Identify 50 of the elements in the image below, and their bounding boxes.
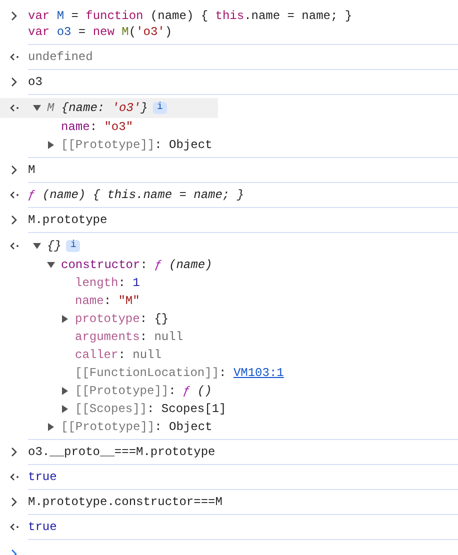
input-chevron-icon (11, 165, 17, 175)
result-value: undefined (28, 49, 93, 65)
collapse-triangle-icon[interactable] (47, 261, 55, 269)
input-chevron-icon (11, 77, 17, 87)
code-line: var o3 = new M('o3') (28, 24, 174, 40)
input-chevron-icon (11, 215, 17, 225)
property-line: prototype: {} (75, 311, 169, 328)
object-summary: {} (47, 238, 62, 255)
result-value: true (28, 519, 57, 535)
result-value: ƒ (name) { this.name = name; } (28, 187, 244, 203)
property-line: arguments: null (75, 329, 184, 346)
result-arrow-icon (10, 191, 18, 199)
code-line: M.prototype (28, 212, 108, 228)
expand-triangle-icon[interactable] (47, 423, 55, 431)
collapse-triangle-icon[interactable] (33, 242, 41, 250)
info-badge[interactable]: i (152, 102, 167, 114)
expand-triangle-icon[interactable] (47, 141, 55, 149)
object-summary-row[interactable]: M {name: 'o3'} i (0, 98, 218, 118)
code-line: var M = function (name) { this.name = name; } (28, 8, 352, 24)
input-chevron-icon (11, 11, 17, 21)
property-line: name: "o3" (61, 119, 134, 136)
property-line: [[Prototype]]: ƒ () (75, 383, 212, 400)
property-line: [[Scopes]]: Scopes[1] (75, 401, 226, 418)
expand-triangle-icon[interactable] (61, 387, 69, 395)
info-badge[interactable]: i (66, 240, 80, 252)
collapse-triangle-icon[interactable] (33, 104, 41, 112)
result-value: true (28, 469, 57, 485)
object-summary: M {name: 'o3'} (47, 100, 148, 117)
object-summary-row[interactable]: {} i (0, 236, 218, 256)
input-chevron-icon (11, 497, 17, 507)
input-chevron-icon (11, 447, 17, 457)
property-line: name: "M" (75, 293, 140, 310)
code-line: o3.__proto__===M.prototype (28, 444, 216, 460)
code-line: o3 (28, 74, 42, 90)
property-line: constructor: ƒ (name) (61, 257, 212, 274)
source-link[interactable]: VM103:1 (233, 366, 284, 380)
result-arrow-icon (10, 523, 18, 531)
property-line: [[FunctionLocation]]: VM103:1 (75, 365, 284, 382)
property-line: caller: null (75, 347, 162, 364)
code-line: M.prototype.constructor===M (28, 494, 222, 510)
property-line: [[Prototype]]: Object (61, 419, 212, 436)
code-line: M (28, 162, 36, 178)
result-arrow-icon (10, 104, 18, 112)
expand-triangle-icon[interactable] (61, 405, 69, 413)
property-line: [[Prototype]]: Object (61, 137, 212, 154)
expand-triangle-icon[interactable] (61, 315, 69, 323)
result-arrow-icon (10, 242, 18, 250)
result-arrow-icon (10, 53, 18, 61)
property-line: length: 1 (75, 275, 140, 292)
result-arrow-icon (10, 473, 18, 481)
